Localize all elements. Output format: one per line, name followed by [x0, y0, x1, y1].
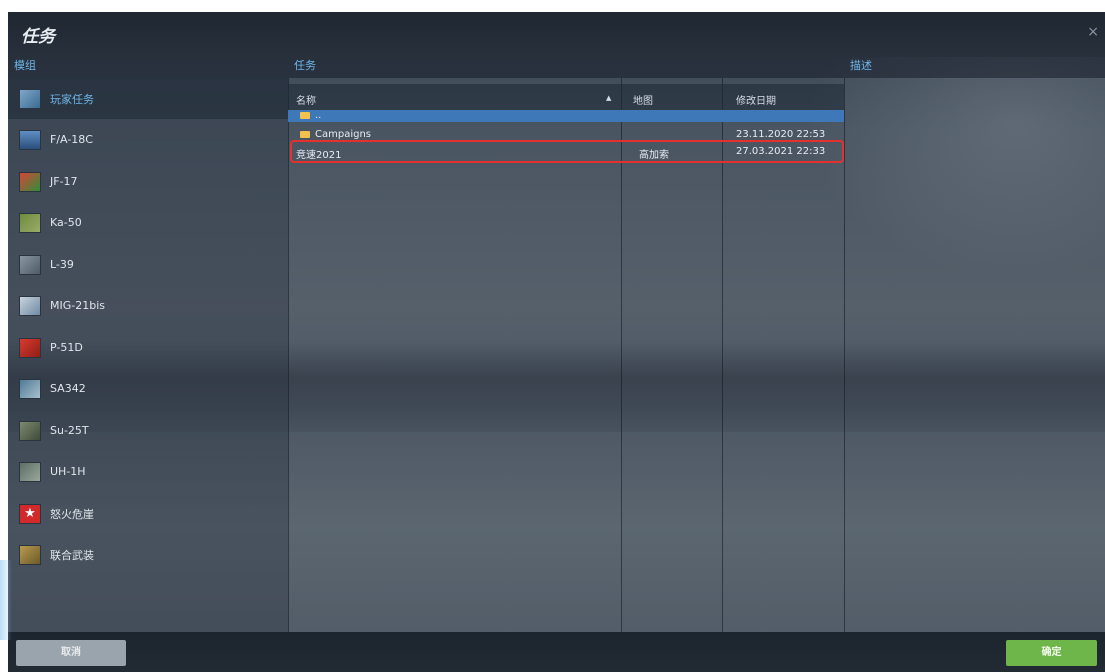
divider: [288, 78, 289, 632]
row-name: 竞速2021: [296, 150, 342, 161]
mig21-icon: [19, 295, 41, 316]
folder-icon: [300, 130, 310, 138]
edge-glow: [0, 560, 12, 640]
row-map: 高加索: [639, 150, 669, 161]
ok-button[interactable]: 确定: [1006, 640, 1097, 666]
combined-arms-icon: [19, 544, 41, 565]
sidebar-item-ka50[interactable]: Ka-50: [8, 202, 288, 243]
description-column-header: 描述: [844, 54, 1105, 78]
table-row-campaigns[interactable]: Campaigns 23.11.2020 22:53: [288, 129, 844, 141]
sidebar-item-combined-arms[interactable]: 联合武装: [8, 534, 288, 575]
ka50-icon: [19, 212, 41, 233]
p51d-icon: [19, 337, 41, 358]
globe-icon: [19, 88, 41, 109]
cancel-button[interactable]: 取消: [16, 640, 126, 666]
sidebar-item-jf17[interactable]: JF-17: [8, 161, 288, 202]
sidebar-item-uh1h[interactable]: UH-1H: [8, 451, 288, 492]
divider: [722, 78, 723, 632]
sidebar-item-label: F/A-18C: [50, 133, 93, 146]
mission-table-header: 名称 ▲ 地图 修改日期: [288, 84, 844, 110]
sidebar-item-label: 怒火危崖: [50, 507, 94, 521]
table-row-parent-folder[interactable]: ..: [288, 110, 844, 122]
jf17-icon: [19, 171, 41, 192]
dialog-title: 任务: [21, 27, 55, 47]
title-bar: 任务 ×: [8, 12, 1105, 54]
map-column-header[interactable]: 地图: [633, 92, 653, 107]
sidebar-item-label: L-39: [50, 258, 74, 271]
sidebar-item-label: Ka-50: [50, 216, 82, 229]
row-name: Campaigns: [300, 129, 371, 140]
row-modified: 23.11.2020 22:53: [736, 129, 826, 140]
sidebar-item-l39[interactable]: L-39: [8, 244, 288, 285]
sidebar-item-angry-cliffs[interactable]: ★ 怒火危崖: [8, 493, 288, 534]
sa342-icon: [19, 378, 41, 399]
divider: [844, 78, 845, 632]
background-clouds: [805, 57, 1105, 277]
name-column-header[interactable]: 名称: [296, 92, 316, 107]
table-row-race-2021[interactable]: 竞速2021 高加索 27.03.2021 22:33: [288, 146, 844, 161]
sidebar-item-label: P-51D: [50, 341, 83, 354]
sidebar-item-p51d[interactable]: P-51D: [8, 327, 288, 368]
missions-column-header: 任务: [288, 54, 844, 78]
sidebar-item-su25t[interactable]: Su-25T: [8, 410, 288, 451]
sidebar-item-label: JF-17: [50, 175, 78, 188]
su25t-icon: [19, 420, 41, 441]
sort-ascending-icon[interactable]: ▲: [606, 94, 611, 102]
star-icon: ★: [19, 503, 41, 524]
sidebar-item-fa18c[interactable]: F/A-18C: [8, 119, 288, 160]
sidebar-item-sa342[interactable]: SA342: [8, 368, 288, 409]
sidebar-item-player-missions[interactable]: 玩家任务: [8, 78, 288, 119]
sidebar-item-label: MIG-21bis: [50, 299, 105, 312]
folder-icon: [300, 111, 310, 119]
sidebar-item-label: Su-25T: [50, 424, 89, 437]
l39-icon: [19, 254, 41, 275]
modified-column-header[interactable]: 修改日期: [736, 92, 776, 107]
footer-bar: 取消 确定: [8, 632, 1105, 672]
sidebar-item-label: SA342: [50, 382, 86, 395]
row-name: ..: [300, 110, 321, 121]
module-list: 玩家任务 F/A-18C JF-17 Ka-50 L-39 MIG-21bis …: [8, 78, 288, 632]
row-modified: 27.03.2021 22:33: [736, 146, 826, 157]
divider: [621, 78, 622, 632]
close-icon[interactable]: ×: [1087, 24, 1099, 40]
sidebar-item-label: 玩家任务: [50, 92, 94, 106]
sidebar-item-label: 联合武装: [50, 548, 94, 562]
fa18c-icon: [19, 129, 41, 150]
sidebar-item-mig21bis[interactable]: MIG-21bis: [8, 285, 288, 326]
mission-dialog: 任务 × 模组 任务 描述 玩家任务 F/A-18C JF-17 Ka-50 L…: [8, 12, 1105, 672]
sidebar-item-label: UH-1H: [50, 465, 86, 478]
uh1h-icon: [19, 461, 41, 482]
modules-column-header: 模组: [8, 54, 288, 78]
